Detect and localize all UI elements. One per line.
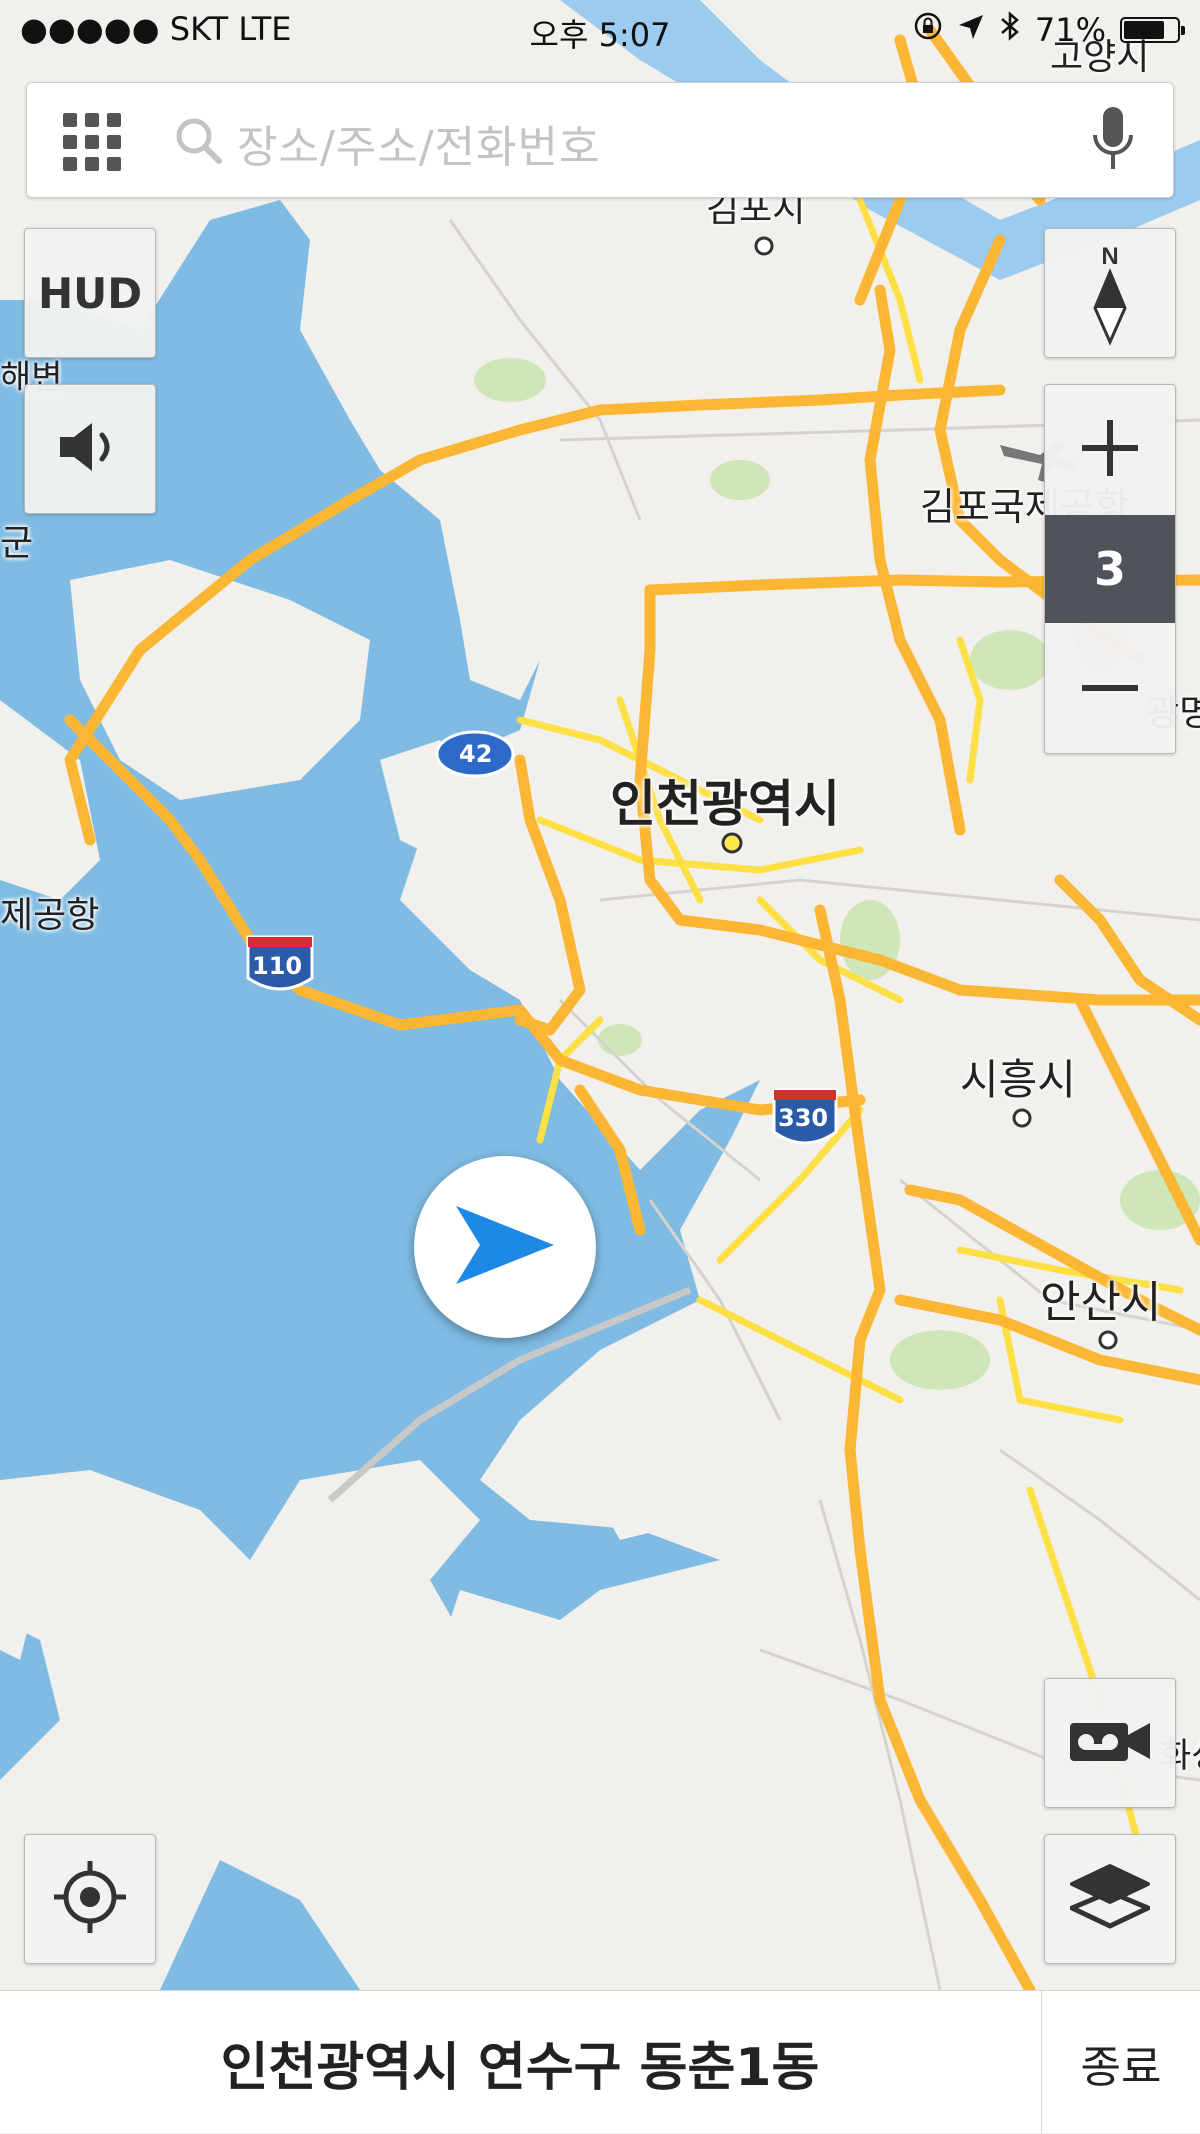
compass-button[interactable]: N — [1044, 228, 1176, 358]
speaker-icon — [56, 419, 124, 479]
current-location-button[interactable] — [24, 1834, 156, 1964]
rotation-lock-icon — [913, 11, 943, 49]
crosshair-icon — [50, 1857, 130, 1941]
label-left-airport: 제공항 — [0, 895, 100, 936]
shield-330-label: 330 — [778, 1104, 829, 1132]
map-layers-button[interactable] — [1044, 1834, 1176, 1964]
navigation-arrow-icon — [450, 1200, 560, 1294]
volume-button[interactable] — [24, 384, 156, 514]
label-gun: 군 — [0, 523, 34, 564]
end-button[interactable]: 종료 — [1041, 1991, 1200, 2134]
hud-button[interactable]: HUD — [24, 228, 156, 358]
apps-grid-icon[interactable] — [63, 113, 123, 173]
zoom-out-button[interactable] — [1045, 623, 1175, 753]
video-camera-icon — [1068, 1717, 1152, 1769]
current-position-marker — [414, 1156, 596, 1338]
bluetooth-icon — [999, 10, 1021, 50]
shield-42-label: 42 — [459, 740, 493, 768]
status-right: 71% — [913, 10, 1185, 50]
plus-icon — [1078, 416, 1142, 484]
label-ansan: 안산시 — [1040, 1277, 1162, 1328]
minus-icon — [1078, 679, 1142, 698]
shield-110-label: 110 — [252, 952, 303, 980]
battery-icon — [1120, 17, 1185, 43]
microphone-icon[interactable] — [1091, 105, 1135, 179]
search-icon — [173, 115, 225, 171]
label-incheon: 인천광역시 — [610, 775, 840, 833]
map-canvas — [0, 0, 1200, 1990]
current-address: 인천광역시 연수구 동춘1동 — [220, 2038, 820, 2098]
layers-icon — [1069, 1862, 1151, 1936]
search-bar[interactable]: 장소/주소/전화번호 — [26, 82, 1174, 198]
compass-icon: N — [1093, 243, 1127, 346]
battery-percent: 71% — [1034, 11, 1106, 49]
map-view[interactable]: 인천광역시 김포국제공항 시흥시 안산시 김포시 고양시 해변 군 제공항 광명… — [0, 0, 1200, 1990]
bottom-bar: 인천광역시 연수구 동춘1동 종료 — [0, 1990, 1200, 2134]
status-bar: ●●●●● SKT LTE 오후 5:07 71% — [0, 0, 1200, 60]
label-siheung: 시흥시 — [960, 1055, 1076, 1104]
zoom-in-button[interactable] — [1045, 385, 1175, 515]
zoom-control: 3 — [1044, 384, 1176, 754]
dashcam-button[interactable] — [1044, 1678, 1176, 1808]
zoom-level: 3 — [1045, 515, 1175, 623]
search-input[interactable]: 장소/주소/전화번호 — [237, 111, 601, 175]
location-services-icon — [957, 11, 985, 49]
compass-north-label: N — [1101, 243, 1118, 270]
